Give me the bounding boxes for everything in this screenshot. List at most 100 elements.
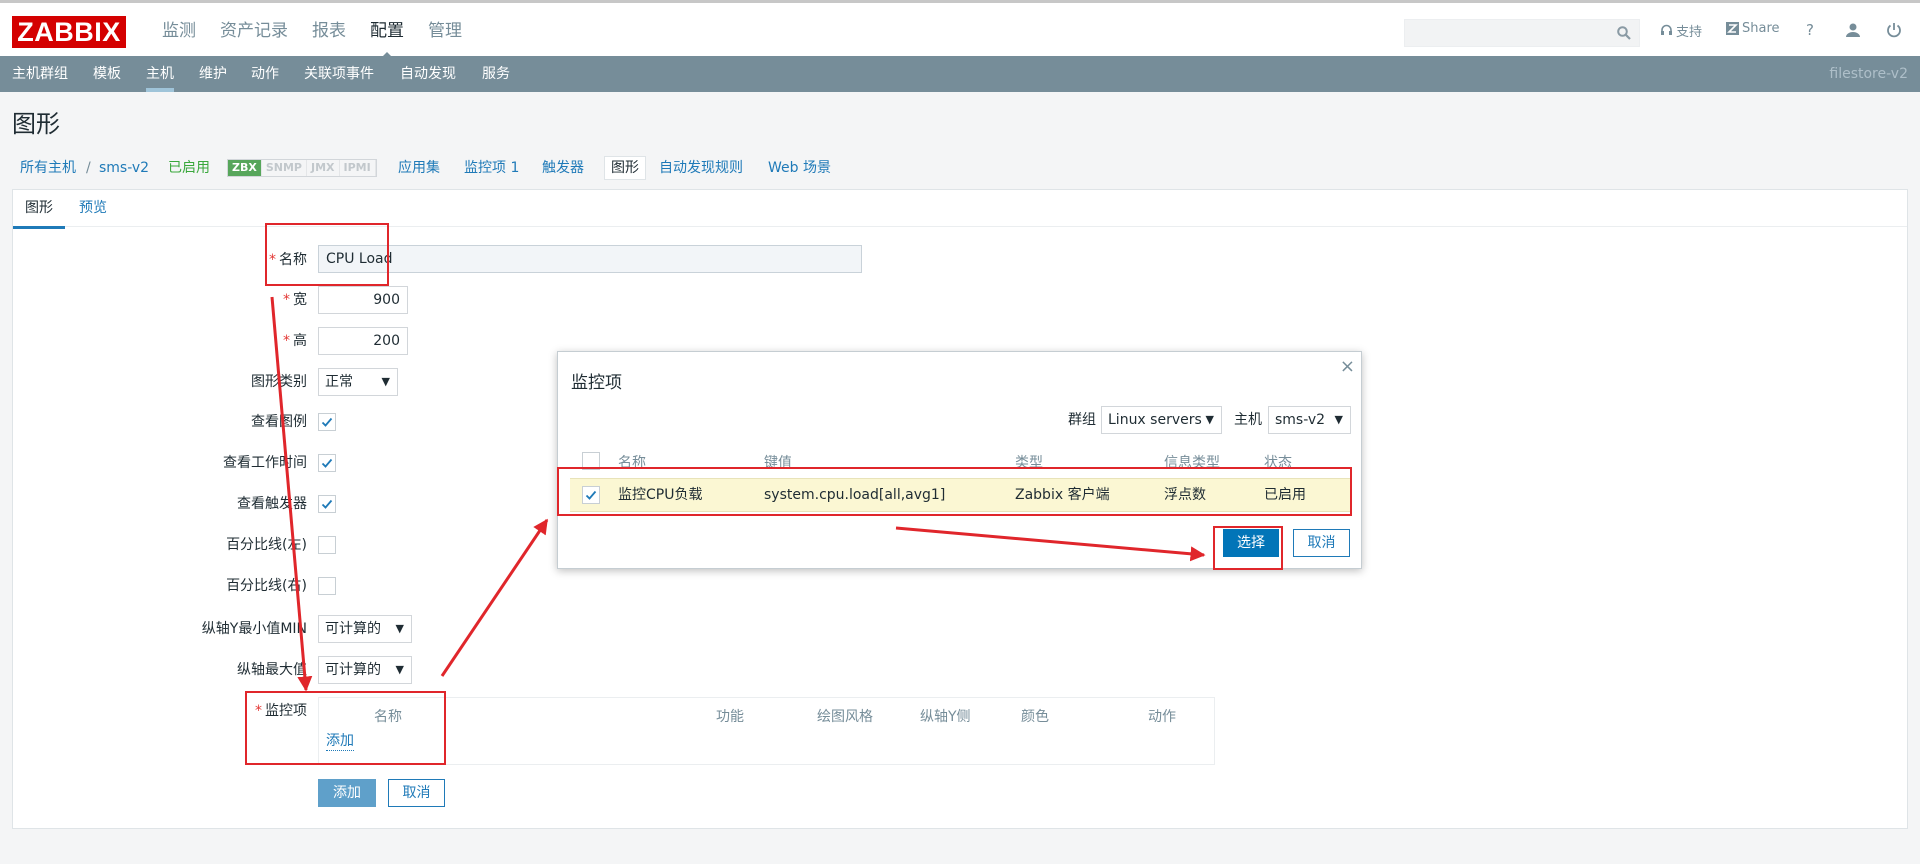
- breadcrumb-separator: /: [86, 160, 91, 176]
- item-select-dialog: 监控项 × 群组 Linux servers ▼ 主机 sms-v2 ▼ 名称 键值…: [557, 351, 1362, 569]
- tag-ipmi: IPMI: [340, 160, 376, 176]
- chevron-down-icon: ▼: [1205, 413, 1214, 426]
- main-menu: 监测 资产记录 报表 配置 管理: [150, 3, 474, 59]
- item-name-link[interactable]: 监控CPU负载: [618, 479, 702, 511]
- item-type: Zabbix 客户端: [1015, 487, 1110, 503]
- menu-monitoring[interactable]: 监测: [150, 3, 208, 59]
- help-label: ?: [1806, 21, 1814, 39]
- column-action: 动作: [1148, 709, 1176, 725]
- breadcrumb-graphs[interactable]: 图形: [604, 156, 646, 180]
- subnav-host-groups[interactable]: 主机群组: [12, 56, 68, 92]
- breadcrumb-host[interactable]: sms-v2: [99, 158, 149, 178]
- ymax-select[interactable]: 可计算的 ▼: [318, 656, 412, 684]
- column-info-type: 信息类型: [1164, 455, 1220, 471]
- breadcrumb-discovery-rules[interactable]: 自动发现规则: [659, 158, 743, 178]
- subnav-actions[interactable]: 动作: [251, 56, 279, 92]
- select-button[interactable]: 选择: [1223, 529, 1279, 557]
- column-function: 功能: [716, 709, 744, 725]
- row-checkbox[interactable]: [582, 486, 600, 504]
- form-tabs: 图形 预览: [13, 190, 1907, 229]
- subnav-discovery[interactable]: 自动发现: [400, 56, 456, 92]
- item-key: system.cpu.load[all,avg1]: [764, 487, 946, 503]
- dialog-title: 监控项: [571, 373, 622, 393]
- menu-administration[interactable]: 管理: [416, 3, 474, 59]
- add-graph-button[interactable]: 添加: [318, 779, 376, 807]
- cancel-graph-button[interactable]: 取消: [388, 779, 445, 807]
- graph-items-table: 名称 功能 绘图风格 纵轴Y侧 颜色 动作 添加: [318, 697, 1215, 765]
- table-row[interactable]: 监控CPU负载 system.cpu.load[all,avg1] Zabbix…: [570, 478, 1350, 512]
- column-y-axis-side: 纵轴Y侧: [920, 709, 971, 725]
- menu-reports[interactable]: 报表: [300, 3, 358, 59]
- show-triggers-checkbox[interactable]: [318, 495, 336, 513]
- ymin-label: 纵轴Y最小值MIN: [201, 621, 307, 637]
- breadcrumb-applications[interactable]: 应用集: [398, 158, 440, 178]
- show-triggers-label: 查看触发器: [237, 496, 307, 512]
- page-title: 图形: [12, 110, 60, 138]
- power-logout-icon[interactable]: [1886, 22, 1902, 38]
- zabbix-logo[interactable]: ZABBIX: [12, 16, 126, 48]
- headset-icon: [1661, 24, 1672, 35]
- breadcrumb-items[interactable]: 监控项 1: [464, 158, 519, 178]
- checkmark-icon: [321, 458, 333, 468]
- group-filter-label: 群组: [1068, 412, 1096, 428]
- host-status-enabled[interactable]: 已启用: [168, 158, 210, 178]
- percentile-right-checkbox[interactable]: [318, 577, 336, 595]
- column-key: 键值: [764, 455, 792, 471]
- menu-configuration[interactable]: 配置: [358, 3, 416, 59]
- checkmark-icon: [585, 490, 597, 500]
- subnav-hosts[interactable]: 主机: [146, 56, 174, 92]
- checkmark-icon: [321, 417, 333, 427]
- availability-tags: ZBX SNMP JMX IPMI: [227, 159, 377, 177]
- support-link[interactable]: 支持: [1660, 21, 1702, 40]
- percentile-left-checkbox[interactable]: [318, 536, 336, 554]
- search-input[interactable]: [1405, 20, 1605, 46]
- item-info-type: 浮点数: [1164, 487, 1206, 503]
- show-working-time-checkbox[interactable]: [318, 454, 336, 472]
- chevron-down-icon: ▼: [395, 622, 404, 635]
- chevron-down-icon: ▼: [1334, 413, 1343, 426]
- breadcrumb-all-hosts[interactable]: 所有主机: [20, 158, 76, 178]
- tag-jmx: JMX: [307, 160, 340, 176]
- subnav-services[interactable]: 服务: [482, 56, 510, 92]
- graph-name-input[interactable]: CPU Load: [318, 245, 862, 273]
- host-filter-label: 主机: [1234, 412, 1262, 428]
- tab-graph[interactable]: 图形: [13, 190, 65, 229]
- chevron-down-icon: ▼: [395, 663, 404, 676]
- percentile-right-label: 百分比线(右): [226, 578, 307, 594]
- ymin-select[interactable]: 可计算的 ▼: [318, 615, 412, 643]
- add-item-link[interactable]: 添加: [326, 732, 354, 751]
- graph-width-input[interactable]: 900: [318, 286, 408, 314]
- help-button[interactable]: ?: [1806, 21, 1814, 39]
- show-legend-checkbox[interactable]: [318, 413, 336, 431]
- graph-type-label: 图形类别: [251, 374, 307, 390]
- width-label: * 宽: [283, 292, 307, 308]
- subnav-maintenance[interactable]: 维护: [199, 56, 227, 92]
- select-all-checkbox[interactable]: [582, 452, 600, 470]
- share-label: Share: [1742, 21, 1780, 36]
- close-icon[interactable]: ×: [1340, 356, 1355, 377]
- group-filter-select[interactable]: Linux servers ▼: [1101, 406, 1222, 434]
- height-label: * 高: [283, 333, 307, 349]
- share-z-icon: [1726, 22, 1739, 35]
- show-legend-label: 查看图例: [251, 414, 307, 430]
- share-link[interactable]: Share: [1726, 21, 1780, 36]
- subnav-templates[interactable]: 模板: [93, 56, 121, 92]
- top-header: ZABBIX 监测 资产记录 报表 配置 管理 支持 Share ?: [0, 0, 1920, 59]
- subnav-correlation[interactable]: 关联项事件: [304, 56, 374, 92]
- user-profile-icon[interactable]: [1845, 22, 1861, 38]
- graph-height-input[interactable]: 200: [318, 327, 408, 355]
- dialog-cancel-button[interactable]: 取消: [1293, 529, 1350, 557]
- breadcrumb-triggers[interactable]: 触发器: [542, 158, 584, 178]
- server-name: filestore-v2: [1829, 66, 1908, 82]
- checkmark-icon: [321, 499, 333, 509]
- graph-type-select[interactable]: 正常 ▼: [318, 368, 398, 396]
- tag-snmp: SNMP: [262, 160, 307, 176]
- tab-preview[interactable]: 预览: [67, 190, 119, 226]
- chevron-down-icon: ▼: [381, 375, 390, 388]
- host-filter-select[interactable]: sms-v2 ▼: [1268, 406, 1351, 434]
- breadcrumb-web-scenarios[interactable]: Web 场景: [768, 158, 831, 178]
- tag-zbx: ZBX: [228, 160, 262, 176]
- column-status: 状态: [1264, 455, 1292, 471]
- search-icon[interactable]: [1617, 26, 1631, 40]
- menu-inventory[interactable]: 资产记录: [208, 3, 300, 59]
